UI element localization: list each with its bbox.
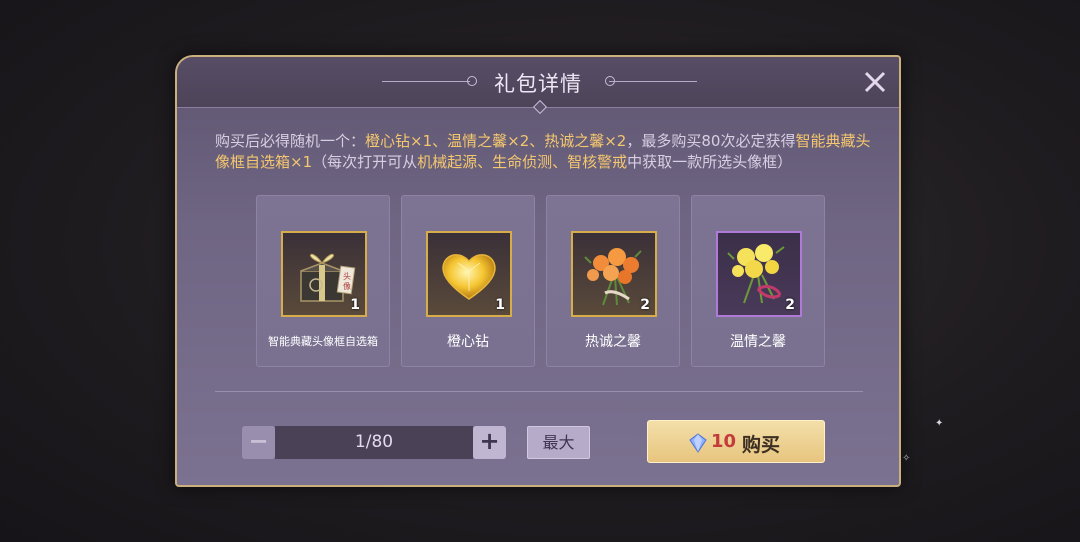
decrease-button[interactable]: − [242, 426, 275, 459]
reward-card[interactable]: 1 橙心钻 [401, 195, 535, 367]
title-ornament-diamond [532, 99, 548, 115]
desc-text: （每次打开可从 [312, 153, 418, 171]
desc-text: 购买后必得随机一个： [215, 132, 366, 150]
item-quantity: 1 [495, 297, 505, 313]
dialog-titlebar: 礼包详情 [177, 57, 899, 115]
close-icon [864, 71, 886, 93]
svg-text:头: 头 [343, 271, 351, 281]
section-divider [215, 391, 863, 392]
reward-card[interactable]: 2 温情之馨 [691, 195, 825, 367]
item-frame: 2 [716, 231, 802, 317]
max-button[interactable]: 最大 [527, 426, 590, 459]
sparkle-decoration: ✧ [902, 453, 911, 464]
close-button[interactable] [860, 67, 890, 97]
buy-label: 购买 [742, 434, 781, 456]
item-frame: 2 [571, 231, 657, 317]
item-frame: 头 像 1 [281, 231, 367, 317]
desc-highlight: 机械起源、生命侦测、智核警戒 [417, 153, 628, 171]
item-name: 热诚之馨 [585, 334, 641, 350]
buy-price: 10 [711, 431, 737, 452]
item-quantity: 2 [640, 297, 650, 313]
item-frame: 1 [426, 231, 512, 317]
quantity-stepper: − 1/80 + [242, 426, 509, 459]
reward-card[interactable]: 2 热诚之馨 [546, 195, 680, 367]
item-name: 温情之馨 [730, 334, 786, 350]
sparkle-decoration: ✦ [935, 418, 944, 429]
reward-card[interactable]: 头 像 1 智能典藏头像框自选箱 [256, 195, 390, 367]
item-quantity: 1 [350, 297, 360, 313]
buy-button[interactable]: 10 购买 [647, 420, 825, 463]
svg-text:像: 像 [343, 281, 351, 291]
pack-description: 购买后必得随机一个：橙心钻×1、温情之馨×2、热诚之馨×2，最多购买80次必定获… [215, 131, 875, 173]
quantity-count: 1/80 [275, 426, 473, 459]
desc-highlight: 橙心钻×1、温情之馨×2、热诚之馨×2 [365, 132, 627, 150]
title-ornament-right [609, 81, 697, 82]
increase-button[interactable]: + [473, 426, 506, 459]
desc-text: 中获取一款所选头像框） [627, 153, 793, 171]
gift-pack-dialog: 礼包详情 购买后必得随机一个：橙心钻×1、温情之馨×2、热诚之馨×2，最多购买8… [175, 55, 901, 487]
desc-text: ，最多购买80次必定获得 [626, 132, 796, 150]
dialog-title: 礼包详情 [494, 72, 582, 96]
item-quantity: 2 [785, 297, 795, 313]
item-name: 智能典藏头像框自选箱 [268, 335, 378, 348]
item-name: 橙心钻 [447, 334, 489, 350]
diamond-gem-icon [689, 433, 707, 453]
